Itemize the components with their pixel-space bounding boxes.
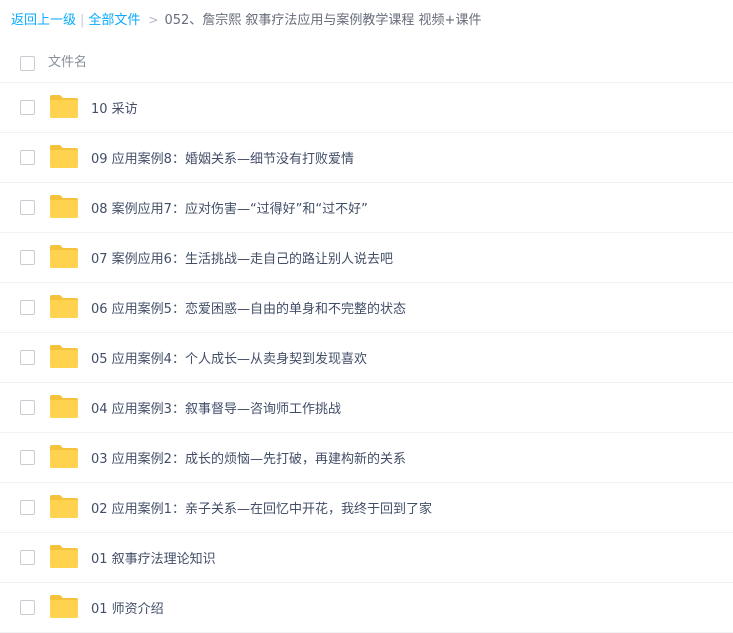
file-row-5[interactable]: 06 应用案例5：恋爱困惑—自由的单身和不完整的状态 [0,283,733,333]
folder-icon [50,395,78,418]
folder-icon [50,445,78,468]
file-row-8[interactable]: 03 应用案例2：成长的烦恼—先打破，再建构新的关系 [0,433,733,483]
folder-name[interactable]: 05 应用案例4：个人成长—从卖身契到发现喜欢 [91,348,367,367]
file-row-6[interactable]: 05 应用案例4：个人成长—从卖身契到发现喜欢 [0,333,733,383]
file-list: 文件名 10 采访 09 应用案例8：婚姻关系—细节没有打败爱情 08 案例应用… [0,37,733,633]
breadcrumb-arrow-icon: > [148,13,159,27]
file-row-1[interactable]: 10 采访 [0,83,733,133]
folder-icon [50,95,78,118]
breadcrumb: 返回上一级 | 全部文件 >052、詹宗熙 叙事疗法应用与案例教学课程 视频+课件 [11,10,481,30]
folder-icon [50,195,78,218]
folder-name[interactable]: 07 案例应用6：生活挑战—走自己的路让别人说去吧 [91,248,393,267]
folder-name[interactable]: 02 应用案例1：亲子关系—在回忆中开花，我终于回到了家 [91,498,432,517]
file-rows: 10 采访 09 应用案例8：婚姻关系—细节没有打败爱情 08 案例应用7：应对… [0,83,733,633]
file-row-4[interactable]: 07 案例应用6：生活挑战—走自己的路让别人说去吧 [0,233,733,283]
folder-icon [50,495,78,518]
folder-icon [50,545,78,568]
folder-name[interactable]: 06 应用案例5：恋爱困惑—自由的单身和不完整的状态 [91,298,406,317]
file-row-3[interactable]: 08 案例应用7：应对伤害—“过得好”和“过不好” [0,183,733,233]
row-checkbox[interactable] [20,200,35,215]
folder-name[interactable]: 09 应用案例8：婚姻关系—细节没有打败爱情 [91,148,354,167]
folder-name[interactable]: 01 叙事疗法理论知识 [91,548,216,567]
file-row-7[interactable]: 04 应用案例3：叙事督导—咨询师工作挑战 [0,383,733,433]
row-checkbox[interactable] [20,400,35,415]
back-link[interactable]: 返回上一级 [11,13,76,28]
all-files-link[interactable]: 全部文件 [88,13,140,28]
folder-icon [50,245,78,268]
file-row-10[interactable]: 01 叙事疗法理论知识 [0,533,733,583]
folder-name[interactable]: 10 采访 [91,98,138,117]
folder-name[interactable]: 03 应用案例2：成长的烦恼—先打破，再建构新的关系 [91,448,406,467]
row-checkbox[interactable] [20,250,35,265]
row-checkbox[interactable] [20,350,35,365]
file-row-9[interactable]: 02 应用案例1：亲子关系—在回忆中开花，我终于回到了家 [0,483,733,533]
folder-icon [50,145,78,168]
row-checkbox[interactable] [20,150,35,165]
folder-name[interactable]: 04 应用案例3：叙事督导—咨询师工作挑战 [91,398,341,417]
row-checkbox[interactable] [20,100,35,115]
file-row-11[interactable]: 01 师资介绍 [0,583,733,633]
folder-icon [50,345,78,368]
row-checkbox[interactable] [20,550,35,565]
file-list-header: 文件名 [0,37,733,83]
folder-name[interactable]: 08 案例应用7：应对伤害—“过得好”和“过不好” [91,198,368,217]
filename-column-header: 文件名 [48,55,88,70]
current-folder-title: 052、詹宗熙 叙事疗法应用与案例教学课程 视频+课件 [164,13,482,28]
folder-icon [50,595,78,618]
select-all-checkbox[interactable] [20,56,35,71]
folder-name[interactable]: 01 师资介绍 [91,598,164,617]
breadcrumb-separator: | [80,13,85,28]
file-row-2[interactable]: 09 应用案例8：婚姻关系—细节没有打败爱情 [0,133,733,183]
folder-icon [50,295,78,318]
row-checkbox[interactable] [20,600,35,615]
row-checkbox[interactable] [20,500,35,515]
row-checkbox[interactable] [20,450,35,465]
row-checkbox[interactable] [20,300,35,315]
